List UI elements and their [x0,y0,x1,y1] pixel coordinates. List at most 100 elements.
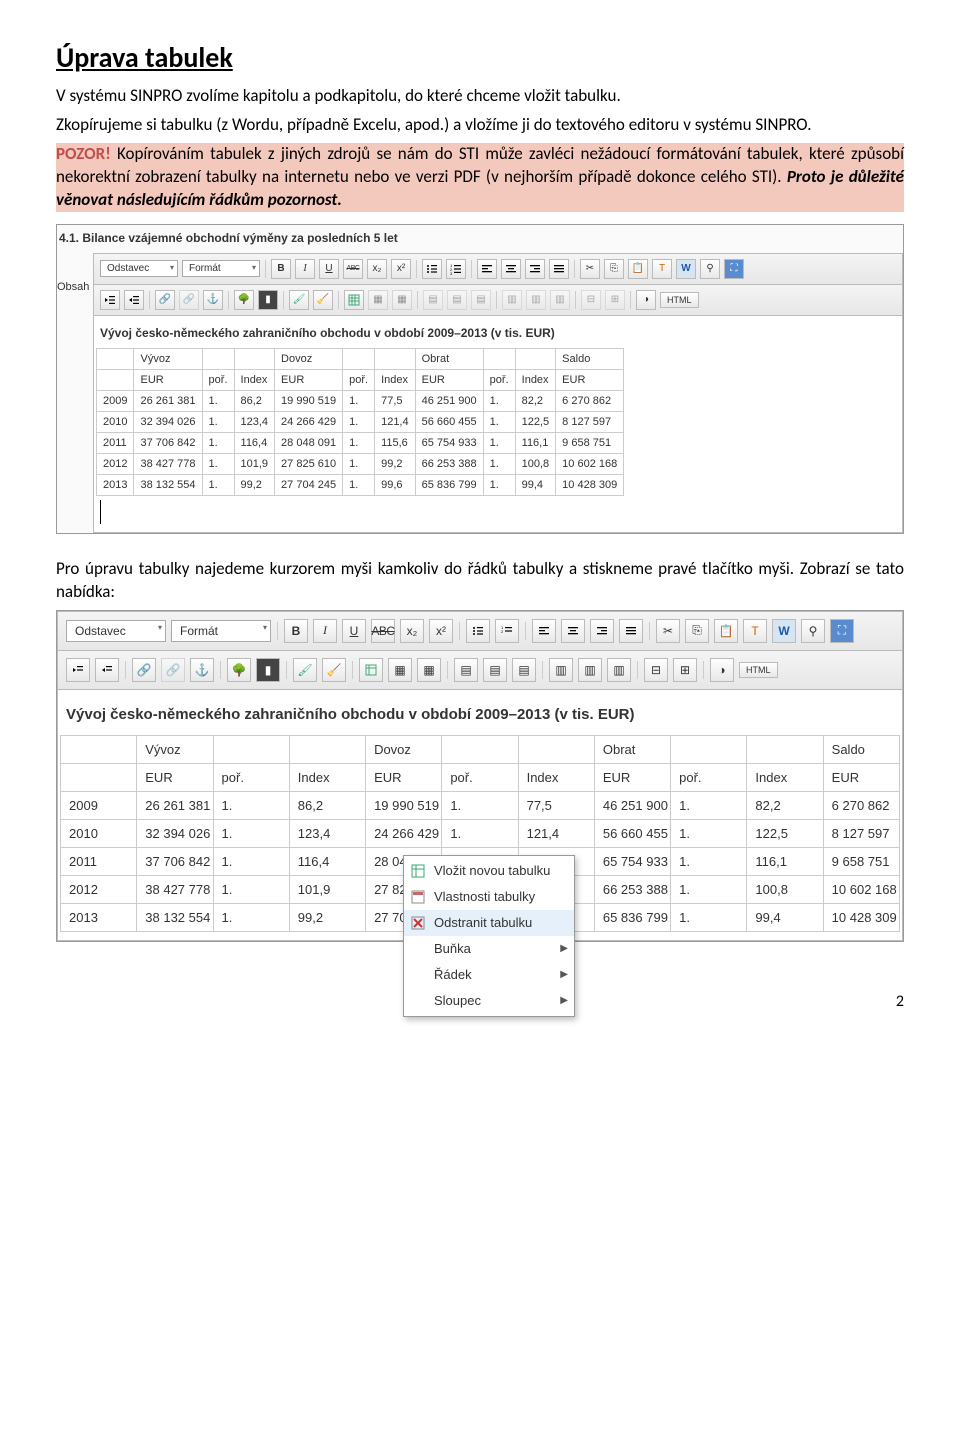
table-del-icon[interactable]: ▦ [392,290,412,310]
bold-button-2[interactable]: B [284,619,308,643]
table-cell[interactable]: 65 836 799 [594,903,670,931]
link-icon-2[interactable]: 🔗 [132,658,156,682]
indent-icon[interactable] [124,290,144,310]
table-cell[interactable]: EUR [366,763,442,791]
find-replace-icon-2[interactable]: ⚲ [801,619,825,643]
table-cell[interactable]: 82,2 [515,390,556,411]
numbered-list-icon[interactable]: 123 [446,259,466,279]
paste-icon-2[interactable]: 📋 [714,619,738,643]
image-icon-2[interactable]: 🌳 [227,658,251,682]
table-cell[interactable]: 6 270 862 [823,791,899,819]
bold-button[interactable]: B [271,259,291,279]
eraser-icon-2[interactable]: ◑ [710,658,734,682]
anchor-icon[interactable]: ⚓ [203,290,223,310]
indent-icon-2[interactable] [95,658,119,682]
table-cell[interactable]: 100,8 [747,875,823,903]
table-cell[interactable] [747,735,823,763]
align-left-icon[interactable] [477,259,497,279]
paragraph-select[interactable]: Odstavec [100,260,178,277]
bullets-icon[interactable] [422,259,442,279]
row-before-icon[interactable]: ▤ [423,290,443,310]
table-cell[interactable]: 99,2 [289,903,365,931]
table-cell[interactable]: 1. [202,390,234,411]
table-cell[interactable]: 1. [213,875,289,903]
italic-button[interactable]: I [295,259,315,279]
numbered-list-icon-2[interactable]: 12 [495,619,519,643]
table-cell[interactable] [97,348,134,369]
table-cell[interactable]: poř. [213,763,289,791]
table-cell[interactable]: 1. [213,819,289,847]
table-cell[interactable]: EUR [137,763,213,791]
table-cell[interactable]: 1. [343,453,375,474]
table-cell[interactable]: 65 754 933 [415,432,483,453]
editor-content-area-2[interactable]: Vývoj česko-německého zahraničního obcho… [57,690,903,941]
clean-icon-2[interactable]: 🧹 [322,658,346,682]
media-icon[interactable]: ▮ [258,290,278,310]
table-cell[interactable]: 77,5 [375,390,416,411]
table-cell[interactable]: 1. [483,390,515,411]
table-cell[interactable]: 1. [202,474,234,495]
table-cell[interactable]: EUR [134,369,202,390]
table-cell[interactable]: 37 706 842 [137,847,213,875]
format-select-2[interactable]: Formát [171,620,271,642]
table-cell[interactable]: 65 836 799 [415,474,483,495]
ctx-delete-table[interactable]: Odstranit tabulku [404,910,574,936]
table-cell[interactable]: 99,4 [515,474,556,495]
table-cell[interactable] [289,735,365,763]
align-center-icon[interactable] [501,259,521,279]
ctx-cell[interactable]: Buňka ▶ [404,936,574,962]
table-cell[interactable]: 86,2 [289,791,365,819]
table-cell[interactable]: 65 754 933 [594,847,670,875]
table-del-icon-2[interactable]: ▦ [417,658,441,682]
superscript-button-2[interactable]: x² [429,619,453,643]
table-cell[interactable]: Index [747,763,823,791]
table-cell[interactable]: 99,2 [375,453,416,474]
table-cell[interactable]: 38 132 554 [137,903,213,931]
table-cell[interactable]: 2012 [61,875,137,903]
row-after-icon-2[interactable]: ▤ [483,658,507,682]
table-cell[interactable]: Index [234,369,275,390]
table-cell[interactable]: 27 825 610 [275,453,343,474]
table-cell[interactable]: poř. [442,763,518,791]
ctx-col[interactable]: Sloupec ▶ [404,988,574,1014]
table-cell[interactable]: 2009 [61,791,137,819]
table-cell[interactable]: 1. [202,453,234,474]
table-cell[interactable]: EUR [594,763,670,791]
html-button-2[interactable]: HTML [739,662,778,678]
merge-cell-icon-2[interactable]: ⊞ [673,658,697,682]
col-before-icon[interactable]: ▥ [502,290,522,310]
table-cell[interactable]: 38 427 778 [137,875,213,903]
table-cell[interactable]: 28 048 091 [275,432,343,453]
table-cell[interactable]: 1. [671,903,747,931]
table-cell[interactable]: 6 270 862 [556,390,624,411]
table-cell[interactable]: 77,5 [518,791,594,819]
table-cell[interactable]: 66 253 388 [594,875,670,903]
table-cell[interactable]: 56 660 455 [594,819,670,847]
paste-word-icon[interactable]: W [676,259,696,279]
context-menu[interactable]: Vložit novou tabulku Vlastnosti tabulky … [403,855,575,1017]
table-cell[interactable]: 10 602 168 [823,875,899,903]
table-cell[interactable]: 8 127 597 [556,411,624,432]
table-cell[interactable]: 1. [343,432,375,453]
table-props-icon-2[interactable]: ▦ [388,658,412,682]
table-cell[interactable]: Dovoz [275,348,343,369]
table-cell[interactable]: 1. [343,390,375,411]
table-cell[interactable] [515,348,556,369]
paragraph-select-2[interactable]: Odstavec [66,620,166,642]
table-cell[interactable]: 116,1 [747,847,823,875]
table-icon-2[interactable] [359,658,383,682]
col-del-icon-2[interactable]: ▥ [607,658,631,682]
table-cell[interactable]: 26 261 381 [134,390,202,411]
media-icon-2[interactable]: ▮ [256,658,280,682]
table-cell[interactable] [671,735,747,763]
table-cell[interactable]: EUR [556,369,624,390]
table-cell[interactable]: 101,9 [234,453,275,474]
table-cell[interactable]: 24 266 429 [366,819,442,847]
table-cell[interactable]: 82,2 [747,791,823,819]
table-cell[interactable]: 46 251 900 [594,791,670,819]
table-cell[interactable]: 1. [483,474,515,495]
table-cell[interactable]: Obrat [415,348,483,369]
table-cell[interactable]: Index [375,369,416,390]
table-cell[interactable]: 101,9 [289,875,365,903]
table-cell[interactable]: 19 990 519 [366,791,442,819]
